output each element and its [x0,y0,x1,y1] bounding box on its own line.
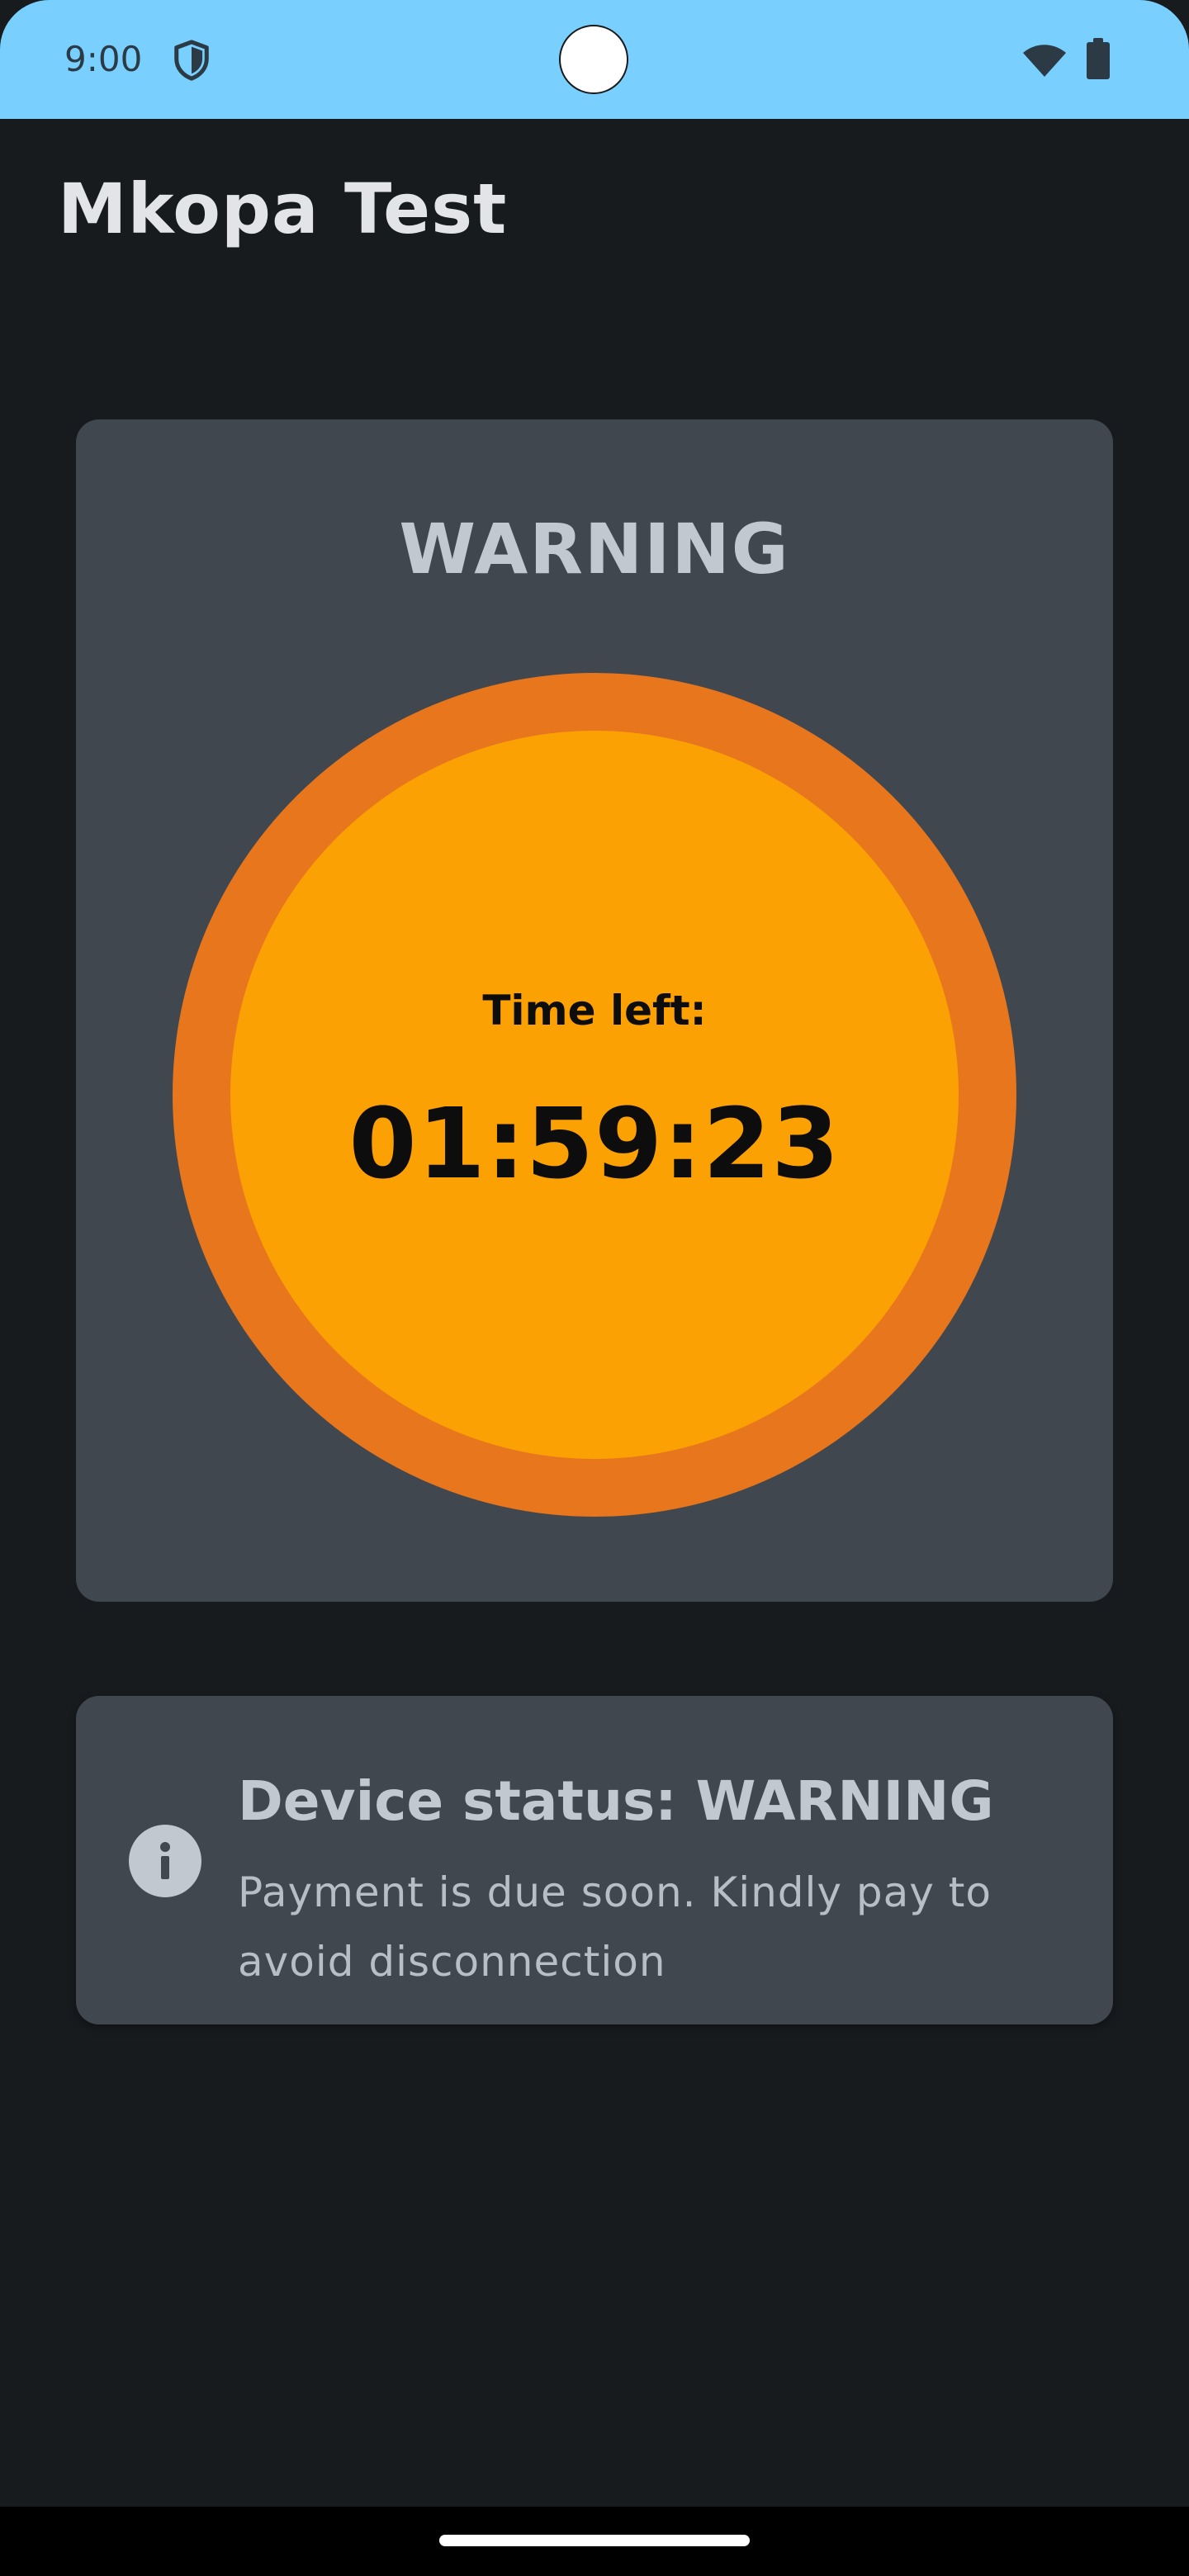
time-left-label: Time left: [482,987,707,1035]
device-status-message: Payment is due soon. Kindly pay to avoid… [238,1868,992,1986]
battery-icon [1087,38,1110,79]
warning-heading: WARNING [399,509,790,590]
device-status-card: Device status: WARNING Payment is due so… [76,1696,1113,2024]
countdown-ring: Time left: 01:59:23 [173,673,1016,1517]
shield-icon [174,40,209,81]
status-bar: 9:00 [0,0,1189,119]
time-left-value: 01:59:23 [348,1087,841,1200]
warning-card: WARNING Time left: 01:59:23 [76,419,1113,1602]
app-title: Mkopa Test [58,168,508,249]
camera-cutout [559,25,628,94]
info-icon [129,1825,201,1897]
device-status-heading: Device status: WARNING [238,1769,994,1833]
home-handle[interactable] [439,2535,750,2546]
wifi-icon [1023,45,1066,77]
navigation-bar [0,2507,1189,2576]
status-time: 9:00 [64,39,143,79]
countdown-circle: Time left: 01:59:23 [230,731,959,1459]
